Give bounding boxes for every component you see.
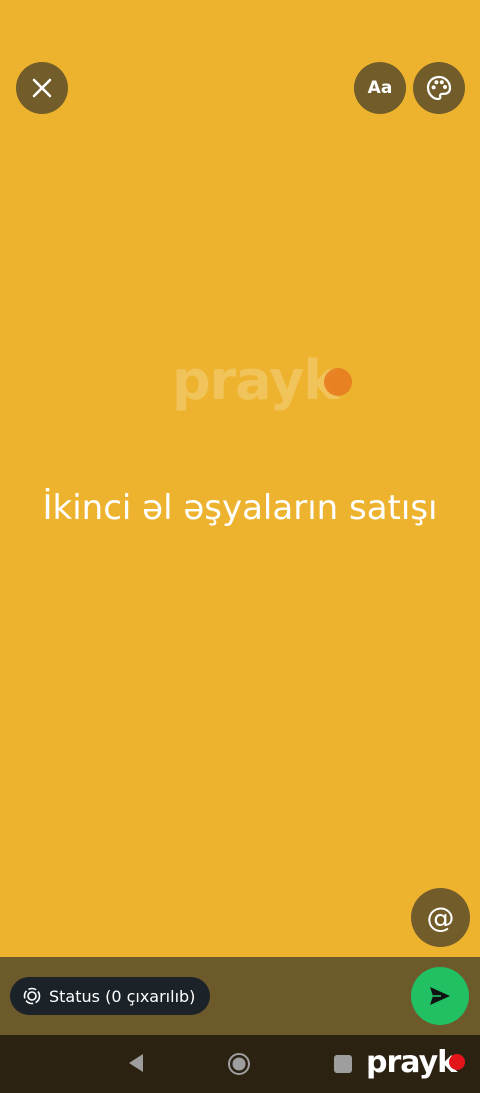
- audience-label: Status (0 çıxarılıb): [49, 986, 196, 1006]
- background-color-button[interactable]: [413, 62, 465, 114]
- brand-watermark: prayk: [366, 1045, 457, 1080]
- send-button[interactable]: [411, 967, 469, 1025]
- status-icon: [23, 987, 41, 1005]
- font-style-button[interactable]: Aa: [354, 62, 406, 114]
- watermark-dot: [324, 368, 352, 396]
- status-text[interactable]: İkinci əl əşyaların satışı: [0, 484, 480, 532]
- palette-icon: [426, 75, 452, 101]
- watermark-logo: prayk: [172, 349, 339, 412]
- composer-bar: Status (0 çıxarılıb): [0, 957, 480, 1035]
- back-triangle-icon[interactable]: [126, 1052, 146, 1074]
- close-icon: [32, 78, 52, 98]
- system-nav-bar: prayk: [0, 1035, 480, 1093]
- close-button[interactable]: [16, 62, 68, 114]
- font-style-label: Aa: [367, 78, 393, 98]
- send-icon: [430, 987, 450, 1005]
- mention-button[interactable]: @: [411, 888, 470, 947]
- at-icon: @: [426, 901, 455, 934]
- brand-dot: [449, 1054, 465, 1070]
- audience-selector[interactable]: Status (0 çıxarılıb): [10, 977, 211, 1015]
- home-circle-icon[interactable]: [227, 1052, 251, 1076]
- recents-square-icon[interactable]: [334, 1055, 352, 1073]
